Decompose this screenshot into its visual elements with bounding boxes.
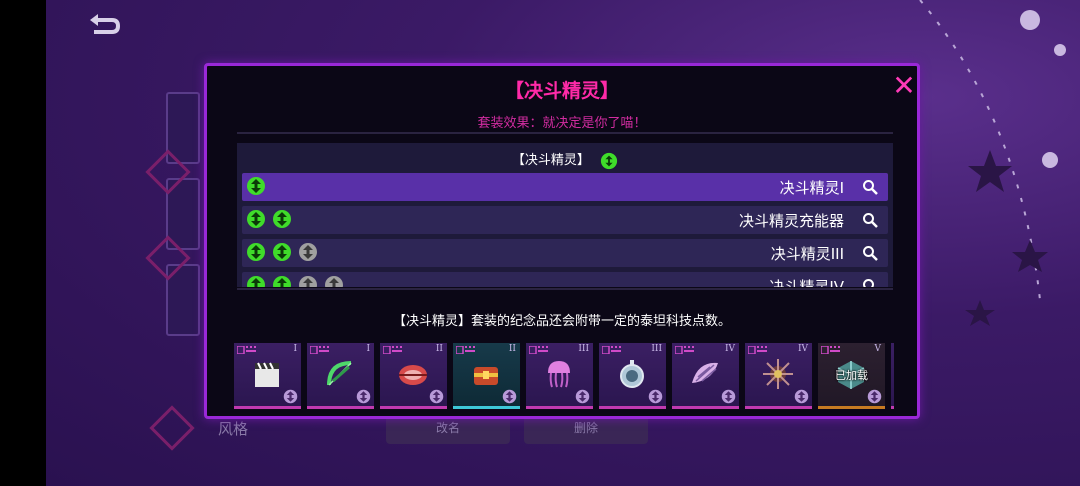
set-detail-dialog: ✕ 【决斗精灵】 套装效果：就决定是你了喵！ 【决斗精灵】 决斗精灵I 决斗精灵… bbox=[204, 63, 920, 419]
green-coin-icon bbox=[273, 210, 291, 228]
coin-group bbox=[246, 176, 266, 198]
memento-item-slot[interactable]: V 已加载 bbox=[818, 343, 885, 409]
tag-icon bbox=[383, 346, 402, 354]
set-piece-label: 决斗精灵充能器 bbox=[738, 212, 844, 230]
memento-item-slot[interactable]: III bbox=[526, 343, 593, 409]
divider bbox=[237, 288, 893, 290]
set-piece-row[interactable]: 决斗精灵I bbox=[242, 173, 888, 201]
tier-label: III bbox=[578, 344, 589, 354]
green-coin-icon bbox=[273, 276, 291, 287]
purple-coin-icon bbox=[283, 389, 298, 404]
memento-item-slot[interactable]: I bbox=[307, 343, 374, 409]
tag-icon bbox=[602, 346, 621, 354]
tag-icon bbox=[529, 346, 548, 354]
set-piece-row[interactable]: 决斗精灵充能器 bbox=[242, 206, 888, 234]
sea-urchin-icon bbox=[763, 359, 793, 389]
background-diamond bbox=[149, 405, 195, 451]
tier-label: V bbox=[874, 344, 882, 354]
magnifier-icon[interactable] bbox=[862, 179, 878, 195]
loaded-label: 已加载 bbox=[835, 369, 868, 382]
purple-coin-icon bbox=[648, 389, 663, 404]
tier-label: I bbox=[366, 344, 370, 354]
set-list-header: 【决斗精灵】 bbox=[237, 149, 893, 169]
tier-label: IV bbox=[797, 344, 808, 354]
seashell-icon bbox=[692, 362, 718, 383]
green-bow-icon bbox=[327, 361, 352, 386]
tier-label: III bbox=[651, 344, 662, 354]
tag-icon bbox=[237, 346, 256, 354]
memento-item-strip[interactable]: I I II II III III IV IV V 已加载 bbox=[234, 343, 894, 413]
memento-item-slot[interactable]: III bbox=[599, 343, 666, 409]
tag-icon bbox=[310, 346, 329, 354]
memento-item-slot[interactable]: II bbox=[380, 343, 447, 409]
purple-coin-icon bbox=[502, 389, 517, 404]
gray-coin-icon bbox=[299, 276, 317, 287]
clapperboard-icon bbox=[255, 362, 279, 387]
pocket-watch-icon bbox=[620, 360, 644, 388]
back-arrow-icon[interactable] bbox=[86, 12, 122, 40]
purple-coin-icon bbox=[429, 389, 444, 404]
tag-icon bbox=[821, 346, 840, 354]
memento-item-slot[interactable]: IV bbox=[745, 343, 812, 409]
tag-icon bbox=[456, 346, 475, 354]
purple-coin-icon bbox=[356, 389, 371, 404]
green-coin-icon bbox=[600, 152, 618, 169]
style-label: 风格 bbox=[218, 420, 249, 438]
gray-coin-icon bbox=[325, 276, 343, 287]
magnifier-icon[interactable] bbox=[862, 212, 878, 228]
coin-group bbox=[246, 242, 318, 264]
divider bbox=[237, 132, 893, 134]
memento-item-slot[interactable]: IV bbox=[672, 343, 739, 409]
tier-label: I bbox=[293, 344, 297, 354]
tier-label: II bbox=[508, 344, 516, 354]
tag-icon bbox=[748, 346, 767, 354]
purple-coin-icon bbox=[575, 389, 590, 404]
green-coin-icon bbox=[247, 210, 265, 228]
magnifier-icon[interactable] bbox=[862, 278, 878, 287]
set-piece-row[interactable]: 决斗精灵IV bbox=[242, 272, 888, 287]
purple-coin-icon bbox=[721, 389, 736, 404]
set-piece-label: 决斗精灵IV bbox=[769, 278, 844, 287]
memento-item-slot[interactable]: II bbox=[453, 343, 520, 409]
set-piece-list[interactable]: 【决斗精灵】 决斗精灵I 决斗精灵充能器 决斗精灵III 决斗精灵IV bbox=[237, 143, 893, 287]
green-coin-icon bbox=[247, 177, 265, 195]
tier-label: IV bbox=[724, 344, 735, 354]
set-note-text: 【决斗精灵】套装的纪念品还会附带一定的泰坦科技点数。 bbox=[392, 314, 731, 329]
tag-icon bbox=[675, 346, 694, 354]
coin-group bbox=[246, 209, 292, 231]
jellyfish-icon bbox=[548, 361, 570, 388]
red-shield-icon bbox=[399, 365, 427, 385]
gray-coin-icon bbox=[299, 243, 317, 261]
green-coin-icon bbox=[247, 243, 265, 261]
set-piece-row[interactable]: 决斗精灵III bbox=[242, 239, 888, 267]
purple-coin-icon bbox=[794, 389, 809, 404]
tier-label: II bbox=[435, 344, 443, 354]
coin-group bbox=[246, 275, 344, 287]
set-piece-label: 决斗精灵I bbox=[779, 179, 844, 197]
set-effect-text: 套装效果：就决定是你了喵！ bbox=[477, 116, 647, 131]
set-list-header-label: 【决斗精灵】 bbox=[511, 153, 590, 168]
dialog-title: 【决斗精灵】 bbox=[504, 80, 619, 102]
green-coin-icon bbox=[247, 276, 265, 287]
set-piece-label: 决斗精灵III bbox=[770, 245, 844, 263]
memento-item-slot[interactable]: I bbox=[234, 343, 301, 409]
memento-item-slot[interactable] bbox=[891, 343, 894, 409]
purple-coin-icon bbox=[867, 389, 882, 404]
magnifier-icon[interactable] bbox=[862, 245, 878, 261]
green-coin-icon bbox=[273, 243, 291, 261]
treasure-chest-icon bbox=[474, 367, 498, 385]
